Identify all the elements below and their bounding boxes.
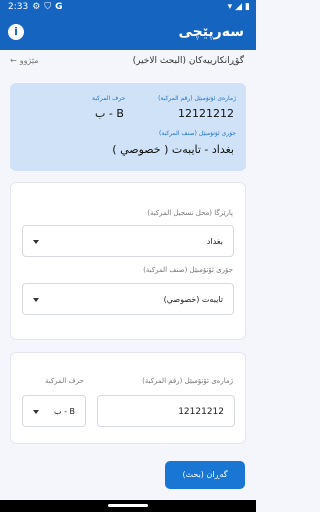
plate-number-value: 12121212 xyxy=(178,407,224,417)
plate-card: ژمارەی ئۆتۆمبێل (رقم المركبة) حرف المركب… xyxy=(10,352,246,444)
result-vehicle-type-label: جۆری ئۆتۆمبێل (صنف المركبة) xyxy=(159,130,236,137)
status-left: 2:33 ⚙ ⛉ G xyxy=(8,2,62,12)
plate-letter-value: ب - B xyxy=(54,407,75,416)
history-button[interactable]: ← مێژوو xyxy=(10,56,39,65)
system-nav-bar xyxy=(0,500,256,512)
result-vehicle-type: بغداد - تايبەت ( خصوصي ) xyxy=(112,143,234,156)
search-button[interactable]: گەڕان (بحث) xyxy=(165,461,245,489)
result-plate-letter-label: حرف المركبة xyxy=(92,95,126,102)
vehicle-info-card: پارێزگا (محل تسجيل المركبة) بغداد جۆری ئ… xyxy=(10,182,246,340)
settings-icon: ⚙ xyxy=(32,2,41,12)
plate-letter-select[interactable]: ب - B xyxy=(22,395,86,427)
status-time: 2:33 xyxy=(8,2,29,12)
plate-number-label: ژمارەی ئۆتۆمبێل (رقم المركبة) xyxy=(142,377,233,385)
status-bar: 2:33 ⚙ ⛉ G ▾ ◢ ▮ xyxy=(0,0,256,16)
province-select[interactable]: بغداد xyxy=(22,225,234,257)
app-title: سەرپێچی xyxy=(178,24,244,40)
chevron-down-icon xyxy=(33,240,39,244)
result-plate-number: 12121212 xyxy=(178,107,234,120)
battery-icon: ▮ xyxy=(245,2,250,12)
result-plate-letter: ب - B xyxy=(95,107,124,120)
shield-icon: ⛉ xyxy=(44,2,52,12)
google-icon: G xyxy=(55,2,63,12)
status-right: ▾ ◢ ▮ xyxy=(228,2,250,12)
history-label: مێژوو xyxy=(19,56,39,65)
result-plate-number-label: ژمارەی ئۆتۆمبێل (رقم المركبة) xyxy=(158,95,236,102)
chevron-down-icon xyxy=(33,298,39,302)
province-label: پارێزگا (محل تسجيل المركبة) xyxy=(147,209,233,217)
app-bar: i سەرپێچی xyxy=(0,16,256,50)
plate-letter-label: حرف المركبة xyxy=(45,377,84,385)
vehicle-type-label: جۆری ئۆتۆمبێل (صنف المركبة) xyxy=(143,266,233,274)
plate-number-input[interactable]: 12121212 xyxy=(97,395,235,427)
signal-icon: ◢ xyxy=(235,2,243,12)
province-value: بغداد xyxy=(206,237,223,246)
vehicle-type-select[interactable]: تايبەت (خصوصي) xyxy=(22,283,234,315)
home-indicator[interactable] xyxy=(108,504,148,507)
recent-search-title: گۆڕانكارییەكان (البحث الاخير) xyxy=(132,56,244,66)
result-card: ژمارەی ئۆتۆمبێل (رقم المركبة) حرف المركب… xyxy=(10,83,246,171)
sub-header: ← مێژوو گۆڕانكارییەكان (البحث الاخير) xyxy=(0,50,256,74)
vehicle-type-value: تايبەت (خصوصي) xyxy=(163,295,223,304)
wifi-icon: ▾ xyxy=(227,2,233,12)
chevron-down-icon xyxy=(33,410,39,414)
arrow-left-icon: ← xyxy=(10,56,17,65)
info-icon[interactable]: i xyxy=(8,24,24,40)
